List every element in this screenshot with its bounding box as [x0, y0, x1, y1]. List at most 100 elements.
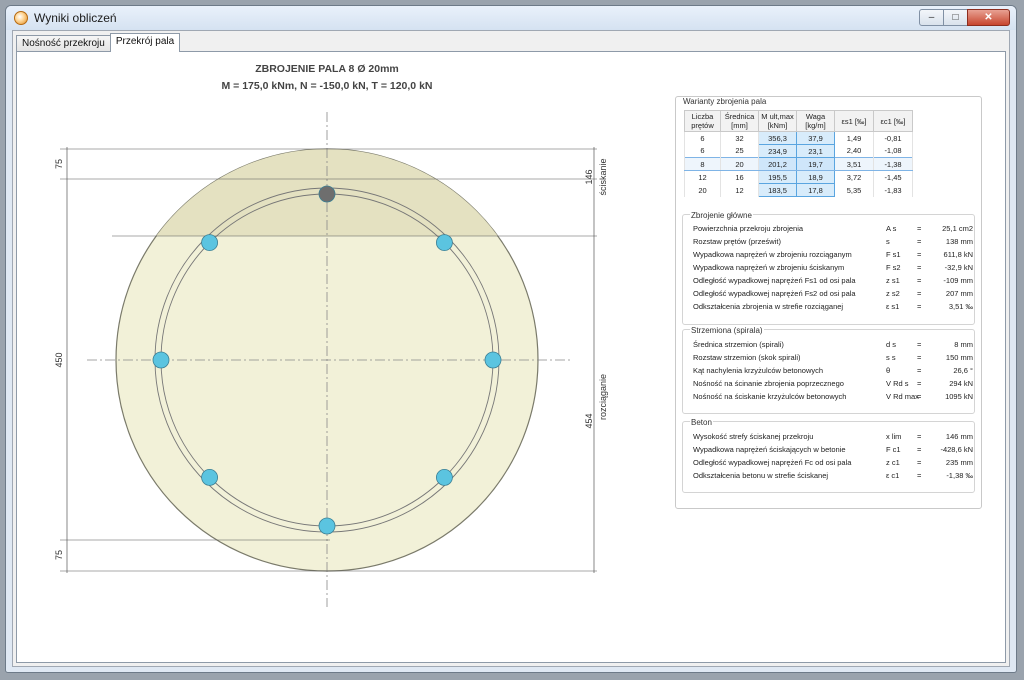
equals-sign: = — [917, 237, 922, 246]
result-symbol: z s2 — [886, 289, 900, 298]
result-symbol: V Rd s — [886, 379, 909, 388]
window-title: Wyniki obliczeń — [34, 11, 117, 25]
cell: 12 — [720, 183, 759, 197]
result-symbol: ε c1 — [886, 471, 900, 480]
equals-sign: = — [917, 392, 922, 401]
result-symbol: x lim — [886, 432, 902, 441]
cell: -1,45 — [873, 170, 913, 184]
close-button[interactable]: ✕ — [967, 9, 1010, 26]
rebar-bar — [318, 517, 336, 535]
result-value: 138 mm — [945, 237, 973, 246]
main-reinf-title: Zbrojenie główne — [690, 211, 753, 220]
cell-mult: 234,9 — [758, 144, 797, 158]
result-value: -32,9 kN — [944, 263, 973, 272]
col-header-diameter: Średnica [mm] — [720, 110, 759, 132]
equals-sign: = — [917, 340, 922, 349]
result-label: Rozstaw strzemion (skok spirali) — [693, 353, 801, 362]
cell: 32 — [720, 131, 759, 145]
cell-mult: 183,5 — [758, 183, 797, 197]
result-symbol: F c1 — [886, 445, 901, 454]
rebar-bar — [435, 234, 453, 252]
tab-pile-section[interactable]: Przekrój pala — [109, 33, 181, 52]
result-symbol: s — [886, 237, 890, 246]
maximize-button[interactable]: □ — [943, 9, 968, 26]
drawing-subtitle: M = 175,0 kNm, N = -150,0 kN, T = 120,0 … — [222, 80, 433, 92]
variant-row[interactable]: 6 25 234,9 23,1 2,40 -1,08 — [684, 144, 913, 158]
drawing-title: ZBROJENIE PALA 8 Ø 20mm — [255, 63, 399, 75]
result-value: 3,51 ‰ — [948, 302, 973, 311]
rebar-bar — [152, 351, 170, 369]
result-value: 26,6 ° — [953, 366, 973, 375]
result-symbol: d s — [886, 340, 897, 349]
cell: 2,40 — [834, 144, 874, 158]
cell: 1,49 — [834, 131, 874, 145]
cell-weight: 18,9 — [796, 170, 835, 184]
result-symbol: z c1 — [886, 458, 900, 467]
result-symbol: s s — [886, 353, 896, 362]
result-label: Wypadkowa naprężeń ściskających w betoni… — [693, 445, 846, 454]
app-icon — [14, 11, 28, 25]
title-bar[interactable]: Wyniki obliczeń – □ ✕ — [6, 6, 1016, 30]
col-header-mult: M ult,max [kNm] — [758, 110, 797, 132]
result-value: 8 mm — [954, 340, 973, 349]
equals-sign: = — [917, 432, 922, 441]
cell-mult: 356,3 — [758, 131, 797, 145]
result-label: Średnica strzemion (spirali) — [693, 340, 784, 349]
cell: 5,35 — [834, 183, 874, 197]
tab-panel: ZBROJENIE PALA 8 Ø 20mm M = 175,0 kNm, N… — [16, 51, 1006, 663]
result-label: Wypadkowa naprężeń w zbrojeniu rozciągan… — [693, 250, 852, 259]
cell: 12 — [684, 170, 721, 184]
result-symbol: A s — [886, 224, 897, 233]
equals-sign: = — [917, 263, 922, 272]
result-value: 150 mm — [945, 353, 973, 362]
variant-row[interactable]: 6 32 356,3 37,9 1,49 -0,81 — [684, 131, 913, 145]
cell-mult: 195,5 — [758, 170, 797, 184]
concrete-box: Beton Wysokość strefy ściskanej przekroj… — [682, 418, 975, 493]
result-symbol: V Rd max — [886, 392, 919, 401]
result-value: 235 mm — [945, 458, 973, 467]
dim-label-left-top: 75 — [54, 159, 64, 169]
equals-sign: = — [917, 353, 922, 362]
cell: 6 — [684, 144, 721, 158]
equals-sign: = — [917, 471, 922, 480]
cell: 20 — [684, 183, 721, 197]
col-header-bar-count: Liczba prętów — [684, 110, 721, 132]
col-header-eps-s1: εs1 [‰] — [834, 110, 874, 132]
stirrups-title: Strzemiona (spirala) — [690, 326, 764, 335]
zone-label-compression: ściskanie — [598, 158, 608, 195]
zone-label-tension: rozciąganie — [598, 374, 608, 420]
cell: 6 — [684, 131, 721, 145]
variant-row-selected[interactable]: 8 20 201,2 19,7 3,51 -1,38 — [684, 157, 913, 171]
result-label: Rozstaw prętów (prześwit) — [693, 237, 781, 246]
result-symbol: z s1 — [886, 276, 900, 285]
equals-sign: = — [917, 302, 922, 311]
cell-weight: 37,9 — [796, 131, 835, 145]
result-value: -109 mm — [943, 276, 973, 285]
result-label: Odległość wypadkowej naprężeń Fc od osi … — [693, 458, 852, 467]
equals-sign: = — [917, 458, 922, 467]
rebar-bar — [201, 468, 219, 486]
col-header-eps-c1: εc1 [‰] — [873, 110, 913, 132]
equals-sign: = — [917, 289, 922, 298]
result-symbol: θ — [886, 366, 891, 375]
variant-row[interactable]: 12 16 195,5 18,9 3,72 -1,45 — [684, 170, 913, 184]
cell: -1,38 — [873, 157, 913, 171]
dim-label-left-middle: 450 — [54, 352, 64, 367]
result-value: 25,1 cm2 — [942, 224, 973, 233]
result-label: Powierzchnia przekroju zbrojenia — [693, 224, 804, 233]
dim-label-left-bottom: 75 — [54, 550, 64, 560]
minimize-button[interactable]: – — [919, 9, 944, 26]
equals-sign: = — [917, 224, 922, 233]
variant-row[interactable]: 20 12 183,5 17,8 5,35 -1,83 — [684, 183, 913, 197]
result-value: 207 mm — [945, 289, 973, 298]
result-label: Odległość wypadkowej naprężeń Fs1 od osi… — [693, 276, 856, 285]
tab-strip: Nośność przekroju Przekrój pala — [16, 33, 181, 52]
variants-title: Warianty zbrojenia pala — [683, 97, 767, 106]
cell: -1,83 — [873, 183, 913, 197]
rebar-bar — [484, 351, 502, 369]
result-value: 294 kN — [949, 379, 973, 388]
cell-weight: 23,1 — [796, 144, 835, 158]
equals-sign: = — [917, 445, 922, 454]
main-reinf-box: Zbrojenie główne Powierzchnia przekroju … — [682, 211, 975, 325]
tab-section-capacity[interactable]: Nośność przekroju — [16, 35, 111, 52]
